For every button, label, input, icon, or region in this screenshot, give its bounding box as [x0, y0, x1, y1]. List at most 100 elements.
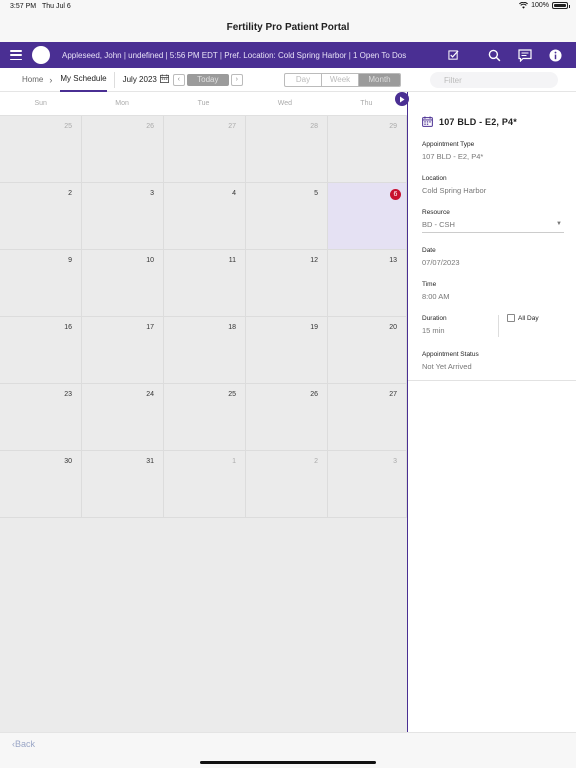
day-number: 26 — [310, 391, 318, 398]
calendar-day-cell[interactable]: 3 — [82, 183, 164, 250]
appointment-detail-panel: 107 BLD - E2, P4* Appointment Type 107 B… — [407, 92, 576, 732]
back-label: Back — [15, 739, 36, 749]
messages-icon[interactable] — [510, 42, 540, 68]
time-field: Time 8:00 AM — [422, 281, 567, 301]
day-number: 24 — [146, 391, 154, 398]
time-value: 8:00 AM — [422, 292, 450, 301]
menu-icon[interactable] — [10, 50, 22, 60]
calendar-day-cell[interactable]: 17 — [82, 317, 164, 384]
resource-field: Resource BD - CSH ▼ — [422, 209, 567, 233]
status-right: 100% — [519, 2, 570, 9]
calendar-day-cell[interactable]: 27 — [164, 116, 246, 183]
day-number: 25 — [64, 123, 72, 130]
calendar-day-cell[interactable]: 26 — [246, 384, 328, 451]
calendar-day-cell[interactable]: 23 — [0, 384, 82, 451]
calendar-day-cell[interactable]: 4 — [164, 183, 246, 250]
weekday-label: Mon — [115, 100, 129, 107]
calendar-day-cell[interactable]: 29 — [328, 116, 407, 183]
weekday-label: Tue — [197, 100, 210, 107]
day-number: 12 — [310, 257, 318, 264]
schedule-toolbar: Home › My Schedule July 2023 ‹ Today › D… — [0, 68, 576, 92]
info-icon[interactable] — [540, 42, 570, 68]
day-number: 11 — [228, 257, 236, 264]
status-bar: 3:57 PM Thu Jul 6 100% — [0, 0, 576, 14]
day-number: 18 — [228, 324, 236, 331]
calendar-day-cell[interactable]: 1 — [164, 451, 246, 518]
status-time: 3:57 PM — [10, 3, 37, 10]
calendar-day-cell[interactable]: 5 — [246, 183, 328, 250]
checklist-icon[interactable] — [446, 42, 460, 68]
day-number: 19 — [310, 324, 318, 331]
calendar-day-cell[interactable]: 13 — [328, 250, 407, 317]
avatar[interactable] — [32, 46, 50, 64]
calendar-day-cell[interactable]: 28 — [246, 116, 328, 183]
calendar-day-cell[interactable]: 3 — [328, 451, 407, 518]
calendar-day-cell[interactable]: 11 — [164, 250, 246, 317]
calendar-grid: 25 26 27 28 29 2 3 4 5 6 9 10 11 12 13 16 17 18 19 20 23 24 25… — [0, 116, 407, 518]
day-number: 27 — [228, 123, 236, 130]
calendar-day-cell[interactable]: 30 — [0, 451, 82, 518]
appointment-type-value: 107 BLD - E2, P4* — [422, 152, 484, 161]
location-value: Cold Spring Harbor — [422, 186, 487, 195]
day-number: 31 — [146, 458, 154, 465]
calendar-day-cell[interactable]: 27 — [328, 384, 407, 451]
calendar-day-cell[interactable]: 12 — [246, 250, 328, 317]
today-button[interactable]: Today — [186, 73, 229, 86]
breadcrumb-home[interactable]: Home — [22, 75, 43, 84]
duration-row: Duration 15 min All Day — [422, 314, 567, 337]
calendar-icon — [422, 116, 433, 127]
field-label: Appointment Status — [422, 351, 479, 358]
month-label[interactable]: July 2023 — [123, 75, 157, 84]
day-number: 27 — [389, 391, 397, 398]
calendar-picker-icon[interactable] — [159, 74, 169, 85]
calendar-day-cell-today[interactable]: 6 — [328, 183, 407, 250]
calendar-day-cell[interactable]: 24 — [82, 384, 164, 451]
calendar-day-cell[interactable]: 19 — [246, 317, 328, 384]
view-month[interactable]: Month — [359, 74, 400, 86]
appointment-title-text: 107 BLD - E2, P4* — [439, 116, 517, 127]
field-label: Date — [422, 247, 436, 254]
day-number: 16 — [64, 324, 72, 331]
day-number: 23 — [64, 391, 72, 398]
breadcrumb-my-schedule[interactable]: My Schedule — [60, 68, 107, 92]
field-label: Location — [422, 175, 447, 182]
calendar-day-cell[interactable]: 16 — [0, 317, 82, 384]
calendar-day-cell[interactable]: 2 — [246, 451, 328, 518]
filter-input[interactable] — [430, 72, 558, 88]
resource-value: BD - CSH — [422, 220, 455, 229]
field-label: Duration — [422, 315, 447, 322]
calendar-day-cell[interactable]: 26 — [82, 116, 164, 183]
top-icons — [447, 42, 576, 68]
calendar-day-cell[interactable]: 25 — [164, 384, 246, 451]
resource-select[interactable]: BD - CSH ▼ — [422, 220, 564, 233]
day-number: 5 — [314, 190, 318, 197]
status-field: Appointment Status Not Yet Arrived — [422, 351, 567, 371]
day-number: 26 — [146, 123, 154, 130]
view-week[interactable]: Week — [322, 74, 359, 86]
calendar-day-cell[interactable]: 20 — [328, 317, 407, 384]
day-number: 3 — [150, 190, 154, 197]
all-day-label: All Day — [518, 315, 539, 322]
prev-month-button[interactable]: ‹ — [172, 73, 185, 86]
calendar-day-cell[interactable]: 18 — [164, 317, 246, 384]
patient-info-text: Appleseed, John | undefined | 5:56 PM ED… — [62, 50, 407, 60]
calendar-day-cell[interactable]: 25 — [0, 116, 82, 183]
home-indicator — [200, 761, 376, 764]
battery-icon — [552, 2, 570, 9]
calendar-day-cell[interactable]: 10 — [82, 250, 164, 317]
field-label: Time — [422, 281, 437, 288]
status-date: Thu Jul 6 — [42, 3, 71, 10]
back-button[interactable]: ‹Back — [12, 739, 35, 749]
collapse-panel-button[interactable] — [395, 92, 409, 106]
calendar-day-cell[interactable]: 31 — [82, 451, 164, 518]
next-month-button[interactable]: › — [230, 73, 243, 86]
search-icon[interactable] — [479, 42, 509, 68]
calendar-week-row: 16 17 18 19 20 — [0, 317, 407, 384]
calendar-day-cell[interactable]: 9 — [0, 250, 82, 317]
wifi-icon — [519, 2, 529, 9]
all-day-checkbox[interactable]: All Day — [498, 314, 539, 337]
view-day[interactable]: Day — [285, 74, 322, 86]
calendar-day-cell[interactable]: 2 — [0, 183, 82, 250]
calendar-week-row: 23 24 25 26 27 — [0, 384, 407, 451]
weekday-label: Sun — [34, 100, 47, 107]
